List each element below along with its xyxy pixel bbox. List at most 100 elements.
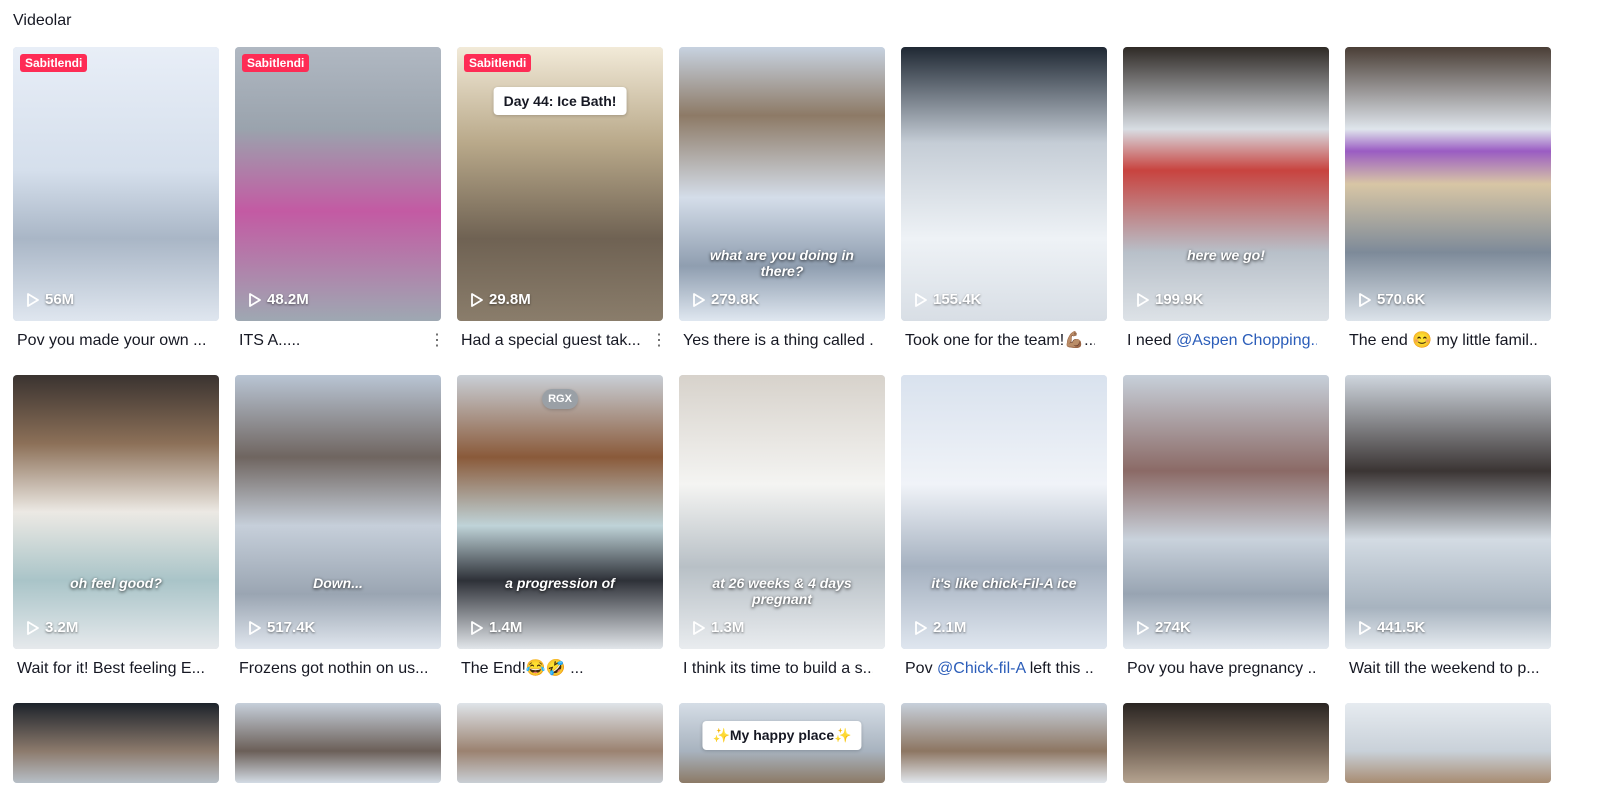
view-count: 441.5K	[1359, 619, 1425, 636]
video-card[interactable]: 274K Pov you have pregnancy ...	[1123, 375, 1329, 695]
play-icon	[1137, 620, 1149, 635]
video-thumbnail[interactable]: RGX a progression of 1.4M	[457, 375, 663, 649]
video-card[interactable]	[457, 703, 663, 783]
video-card[interactable]	[1345, 703, 1551, 783]
video-caption[interactable]: Took one for the team!💪🏽...	[901, 331, 1095, 351]
video-thumbnail[interactable]: what are you doing in there? 279.8K	[679, 47, 885, 321]
video-meta: Wait for it! Best feeling E...	[13, 649, 219, 695]
video-card[interactable]	[901, 703, 1107, 783]
video-caption[interactable]: I think its time to build a s...	[679, 659, 873, 679]
video-thumbnail[interactable]: Sabitlendi 56M	[13, 47, 219, 321]
view-count: 155.4K	[915, 291, 981, 308]
video-caption[interactable]: Pov @Chick-fil-A left this ...	[901, 659, 1095, 679]
video-card[interactable]: oh feel good? 3.2M Wait for it! Best feeli…	[13, 375, 219, 695]
thumbnail-image	[901, 375, 1107, 649]
video-thumbnail[interactable]: 155.4K	[901, 47, 1107, 321]
view-count-value: 1.4M	[489, 619, 523, 636]
video-thumbnail[interactable]: here we go! 199.9K	[1123, 47, 1329, 321]
overlay-text: a progression of	[505, 575, 615, 591]
video-thumbnail[interactable]: Sabitlendi 48.2M	[235, 47, 441, 321]
video-thumbnail[interactable]	[13, 703, 219, 783]
video-card[interactable]: RGX a progression of 1.4M The End!😂🤣 ...	[457, 375, 663, 695]
video-card[interactable]	[13, 703, 219, 783]
video-thumbnail[interactable]: 570.6K	[1345, 47, 1551, 321]
mention-link[interactable]: @Chick-fil-A	[937, 660, 1025, 677]
view-count: 29.8M	[471, 291, 531, 308]
video-meta: Had a special guest tak... ⋮	[457, 321, 667, 367]
video-thumbnail[interactable]: at 26 weeks & 4 days pregnant 1.3M	[679, 375, 885, 649]
overlay-caption-card: Day 44: Ice Bath!	[493, 87, 627, 115]
overlay-text: what are you doing in there?	[710, 247, 854, 279]
thumbnail-image	[1123, 703, 1329, 783]
video-caption[interactable]: Frozens got nothin on us...	[235, 659, 429, 679]
video-meta: Yes there is a thing called ...	[679, 321, 885, 367]
play-icon	[693, 620, 705, 635]
video-card[interactable]: ✨My happy place✨	[679, 703, 885, 783]
video-meta: Pov you have pregnancy ...	[1123, 649, 1329, 695]
video-thumbnail[interactable]: oh feel good? 3.2M	[13, 375, 219, 649]
video-caption[interactable]: I need @Aspen Chopping...	[1123, 331, 1317, 351]
view-count: 517.4K	[249, 619, 315, 636]
video-card[interactable]: it's like chick-Fil-A ice 2.1M Pov @Chick-…	[901, 375, 1107, 695]
video-thumbnail[interactable]	[1345, 703, 1551, 783]
view-count-value: 441.5K	[1377, 619, 1426, 636]
video-caption[interactable]: Wait till the weekend to p...	[1345, 659, 1539, 679]
video-card[interactable]: Down... 517.4K Frozens got nothin on us...	[235, 375, 441, 695]
video-card[interactable]: Sabitlendi 48.2M ITS A..... ⋮	[235, 47, 445, 367]
thumbnail-image	[679, 47, 885, 321]
thumbnail-image	[13, 375, 219, 649]
video-caption[interactable]: Pov you have pregnancy ...	[1123, 659, 1317, 679]
more-vertical-icon[interactable]: ⋮	[429, 331, 445, 351]
video-card[interactable]: 570.6K The end 😊 my little famil...	[1345, 47, 1551, 367]
video-card[interactable]	[235, 703, 441, 783]
video-caption[interactable]: The end 😊 my little famil...	[1345, 331, 1539, 351]
video-thumbnail[interactable]: 441.5K	[1345, 375, 1551, 649]
pinned-badge: Sabitlendi	[20, 54, 88, 72]
view-count-value: 274K	[1155, 619, 1191, 636]
thumbnail-image	[1345, 703, 1551, 783]
more-vertical-icon[interactable]: ⋮	[651, 331, 667, 351]
overlay-caption-card: ✨My happy place✨	[702, 721, 862, 750]
video-caption[interactable]: Had a special guest tak...	[457, 331, 651, 351]
video-thumbnail[interactable]: Sabitlendi Day 44: Ice Bath! 29.8M	[457, 47, 663, 321]
play-icon	[471, 620, 483, 635]
play-icon	[1359, 620, 1371, 635]
video-meta: The end 😊 my little famil...	[1345, 321, 1551, 367]
thumbnail-image	[1123, 47, 1329, 321]
video-thumbnail[interactable]: it's like chick-Fil-A ice 2.1M	[901, 375, 1107, 649]
view-count-value: 155.4K	[933, 291, 982, 308]
video-thumbnail[interactable]: 274K	[1123, 375, 1329, 649]
video-caption[interactable]: Wait for it! Best feeling E...	[13, 659, 207, 679]
video-thumbnail[interactable]: ✨My happy place✨	[679, 703, 885, 783]
play-icon	[1137, 292, 1149, 307]
video-thumbnail[interactable]	[1123, 703, 1329, 783]
overlay-text: it's like chick-Fil-A ice	[931, 575, 1077, 591]
thumbnail-image	[235, 47, 441, 321]
video-thumbnail[interactable]	[457, 703, 663, 783]
video-caption[interactable]: The End!😂🤣 ...	[457, 659, 651, 679]
video-thumbnail[interactable]	[901, 703, 1107, 783]
video-thumbnail[interactable]: Down... 517.4K	[235, 375, 441, 649]
video-card[interactable]: 441.5K Wait till the weekend to p...	[1345, 375, 1551, 695]
video-caption[interactable]: Yes there is a thing called ...	[679, 331, 873, 351]
video-thumbnail[interactable]	[235, 703, 441, 783]
overlay-text: here we go!	[1187, 247, 1265, 263]
video-caption[interactable]: Pov you made your own ...	[13, 331, 207, 351]
view-count: 56M	[27, 291, 74, 308]
video-meta: Wait till the weekend to p...	[1345, 649, 1551, 695]
play-icon	[693, 292, 705, 307]
video-card[interactable]: what are you doing in there? 279.8K Yes th…	[679, 47, 885, 367]
video-card[interactable]: Sabitlendi Day 44: Ice Bath! 29.8M Had a sp…	[457, 47, 667, 367]
pinned-badge: Sabitlendi	[464, 54, 532, 72]
mention-link[interactable]: @Aspen Chopping...	[1176, 332, 1317, 349]
video-card[interactable]: Sabitlendi 56M Pov you made your own ...	[13, 47, 219, 367]
view-count-value: 2.1M	[933, 619, 967, 636]
video-card[interactable]	[1123, 703, 1329, 783]
video-card[interactable]: 155.4K Took one for the team!💪🏽...	[901, 47, 1107, 367]
video-caption[interactable]: ITS A.....	[235, 331, 429, 351]
view-count: 279.8K	[693, 291, 759, 308]
view-count-value: 1.3M	[711, 619, 745, 636]
video-card[interactable]: at 26 weeks & 4 days pregnant 1.3M I think…	[679, 375, 885, 695]
thumbnail-image	[235, 375, 441, 649]
video-card[interactable]: here we go! 199.9K I need @Aspen Chopping.…	[1123, 47, 1329, 367]
